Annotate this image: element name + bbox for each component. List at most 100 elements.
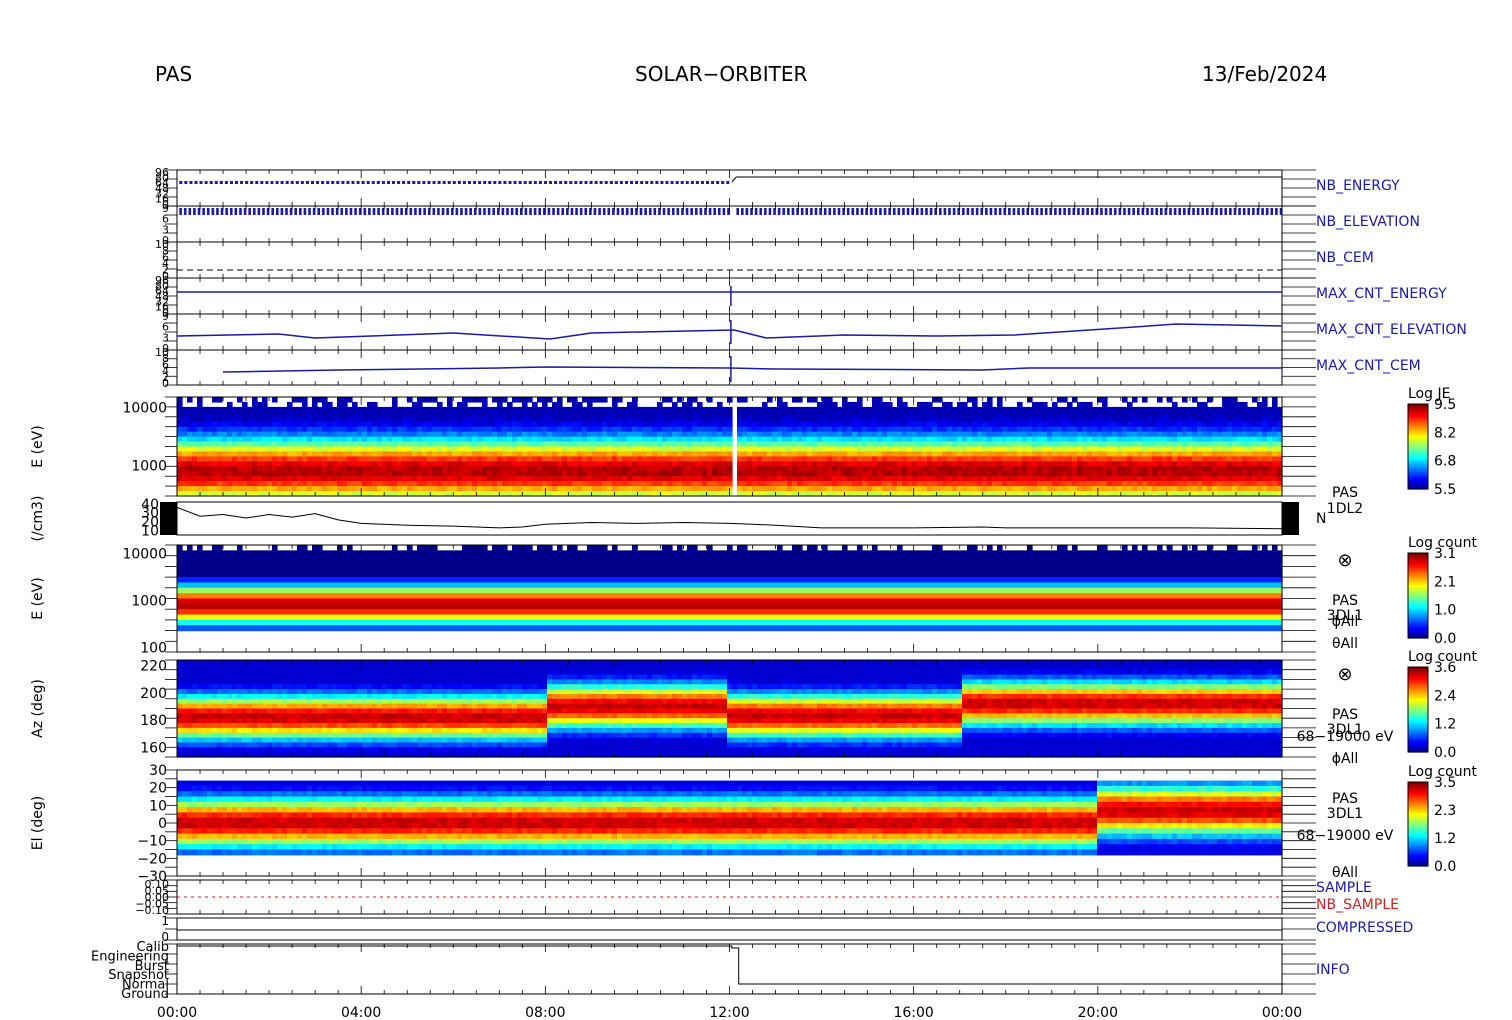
- je-spectrogram-cell: [1072, 421, 1078, 428]
- je-spectrogram-cell: [672, 486, 678, 492]
- je-spectrogram-cell: [437, 421, 443, 428]
- je-spectrogram-cell: [687, 401, 693, 408]
- je-spectrogram-cell: [477, 416, 483, 423]
- je-spectrogram-cell: [277, 441, 283, 448]
- je-spectrogram-cell: [467, 431, 473, 438]
- je-spectrogram-cell: [722, 486, 728, 492]
- je-spectrogram-cell: [642, 441, 648, 448]
- je-spectrogram-cell: [872, 451, 878, 457]
- je-spectrogram-cell: [657, 441, 663, 448]
- je-spectrogram-cell: [1022, 436, 1028, 443]
- je-spectrogram-cell: [472, 476, 478, 482]
- je-spectrogram-cell: [617, 426, 623, 433]
- je-spectrogram-cell: [1242, 461, 1248, 467]
- je-spectrogram-cell: [562, 471, 568, 477]
- je-spectrogram-cell: [612, 476, 618, 482]
- nb-energy-point: [275, 181, 279, 184]
- je-spectrogram-cell: [327, 456, 333, 462]
- je-spectrogram-cell: [1147, 461, 1153, 467]
- je-spectrogram-cell: [372, 426, 378, 433]
- je-spectrogram-cell: [797, 486, 803, 492]
- je-spectrogram-cell: [662, 436, 668, 443]
- je-spectrogram-cell: [302, 471, 308, 477]
- je-spectrogram-cell: [1027, 466, 1033, 472]
- nb-elevation-bar: [764, 208, 767, 215]
- je-spectrogram-cell: [1122, 436, 1128, 443]
- je-spectrogram-cell: [352, 481, 358, 487]
- je-spectrogram-cell: [817, 436, 823, 443]
- je-spectrogram-cell: [942, 441, 948, 448]
- je-spectrogram-cell: [482, 466, 488, 472]
- je-spectrogram-cell: [712, 466, 718, 472]
- je-spectrogram-cell: [552, 486, 558, 492]
- je-spectrogram-cell: [412, 446, 418, 453]
- je-spectrogram-cell: [1122, 421, 1128, 428]
- je-spectrogram-cell: [922, 456, 928, 462]
- nb-elevation-bar: [1100, 208, 1103, 215]
- je-spectrogram-cell: [1187, 426, 1193, 433]
- je-spectrogram-cell: [1262, 456, 1268, 462]
- je-spectrogram-cell: [807, 406, 813, 413]
- je-spectrogram-cell: [627, 471, 633, 477]
- je-spectrogram-cell: [1127, 436, 1133, 443]
- je-spectrogram-cell: [992, 461, 998, 467]
- je-spectrogram-cell: [1207, 446, 1213, 453]
- density-left-block: [160, 502, 177, 535]
- je-spectrogram-cell: [667, 481, 673, 487]
- je-spectrogram-cell: [892, 421, 898, 428]
- je-spectrogram-cell: [617, 476, 623, 482]
- je-spectrogram-cell: [647, 441, 653, 448]
- je-spectrogram-cell: [477, 446, 483, 453]
- je-spectrogram-cell: [792, 481, 798, 487]
- density-right-block: [1282, 502, 1299, 535]
- count-spectrogram-cell: [227, 555, 233, 562]
- je-spectrogram-cell: [792, 431, 798, 438]
- nb-energy-point: [711, 181, 715, 184]
- je-spectrogram-cell: [582, 441, 588, 448]
- je-spectrogram-cell: [757, 461, 763, 467]
- je-spectrogram-cell: [192, 436, 198, 443]
- count-spectrogram-cell: [232, 598, 238, 605]
- je-spectrogram-cell: [257, 481, 263, 487]
- je-spectrogram-cell: [482, 431, 488, 438]
- je-spectrogram-cell: [902, 446, 908, 453]
- nb-elevation-bar: [1196, 208, 1200, 215]
- count-spectrogram-cell: [197, 603, 203, 610]
- je-spectrogram-cell: [687, 486, 693, 492]
- je-spectrogram-cell: [1047, 481, 1053, 487]
- je-spectrogram-cell: [227, 411, 233, 418]
- je-spectrogram-cell: [402, 416, 408, 423]
- je-spectrogram-cell: [327, 486, 333, 492]
- je-spectrogram-cell: [482, 486, 488, 492]
- je-spectrogram-cell: [587, 471, 593, 477]
- je-spectrogram-cell: [192, 461, 198, 467]
- je-spectrogram-cell: [997, 446, 1003, 453]
- nb-elevation-bar: [1169, 208, 1172, 215]
- je-spectrogram-cell: [407, 426, 413, 433]
- je-spectrogram-cell: [1122, 456, 1128, 462]
- je-spectrogram-cell: [617, 431, 623, 438]
- nb-elevation-bar: [1215, 208, 1218, 215]
- je-spectrogram-cell: [977, 486, 983, 492]
- je-spectrogram-cell: [342, 421, 348, 428]
- je-spectrogram-cell: [1217, 406, 1223, 413]
- je-spectrogram-cell: [657, 416, 663, 423]
- je-spectrogram-cell: [412, 416, 418, 423]
- je-spectrogram-cell: [802, 421, 808, 428]
- je-spectrogram-cell: [1232, 441, 1238, 448]
- je-spectrogram-cell: [872, 436, 878, 443]
- je-spectrogram-cell: [407, 446, 413, 453]
- je-spectrogram-cell: [712, 411, 718, 418]
- je-spectrogram-cell: [572, 461, 578, 467]
- je-spectrogram-cell: [1252, 436, 1258, 443]
- je-colorbar-tick: 9.5: [1434, 397, 1456, 413]
- je-spectrogram-cell: [757, 446, 763, 453]
- je-spectrogram-cell: [1207, 441, 1213, 448]
- je-spectrogram-cell: [777, 446, 783, 453]
- je-spectrogram-cell: [322, 446, 328, 453]
- je-spectrogram-cell: [577, 466, 583, 472]
- je-spectrogram-cell: [322, 441, 328, 448]
- je-spectrogram-cell: [1207, 471, 1213, 477]
- je-spectrogram-cell: [257, 426, 263, 433]
- je-spectrogram-cell: [917, 421, 923, 428]
